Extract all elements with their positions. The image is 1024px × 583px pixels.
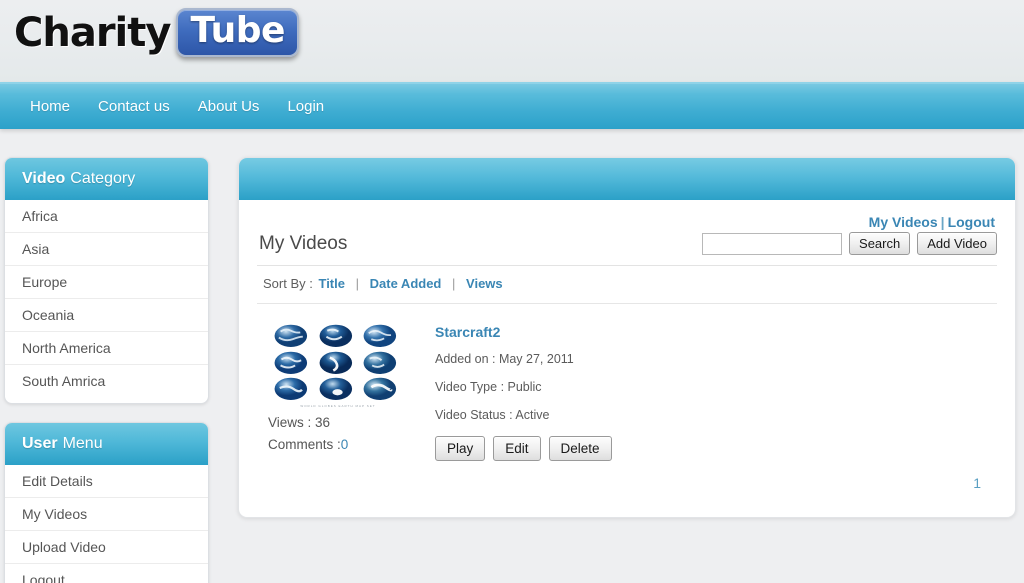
video-list-item: WORLD GLOBES EARTH MAP SET Views : 36 Co… — [257, 306, 997, 461]
video-thumbnail-column: WORLD GLOBES EARTH MAP SET Views : 36 Co… — [263, 320, 413, 461]
user-menu-title-light: Menu — [62, 435, 103, 452]
video-type: Video Type : Public — [435, 380, 542, 394]
sidebar-item-upload-video[interactable]: Upload Video — [5, 531, 208, 564]
nav-item-contact-us[interactable]: Contact us — [84, 92, 184, 121]
video-action-row: Play Edit Delete — [435, 436, 612, 461]
pagination-page-1[interactable]: 1 — [969, 473, 985, 493]
content-panel: My Videos | Logout My Videos Search Add Vi… — [238, 157, 1016, 518]
globe-icon — [319, 324, 352, 347]
add-video-button[interactable]: Add Video — [917, 232, 997, 255]
video-thumbnail[interactable] — [263, 320, 408, 412]
user-links: My Videos | Logout — [257, 208, 997, 230]
site-logo[interactable]: Charity Tube — [14, 8, 299, 58]
video-comments-label: Comments : — [268, 437, 341, 452]
video-details-column: Starcraft2 Added on : May 27, 2011 Video… — [435, 320, 612, 461]
user-menu-list: Edit Details My Videos Upload Video Logo… — [5, 465, 208, 583]
sidebar-item-south-america[interactable]: South Amrica — [5, 365, 208, 397]
nav-item-home[interactable]: Home — [16, 92, 84, 121]
nav-item-about-us[interactable]: About Us — [184, 92, 274, 121]
sidebar-item-africa[interactable]: Africa — [5, 200, 208, 233]
content-panel-header — [239, 158, 1015, 200]
sidebar-item-oceania[interactable]: Oceania — [5, 299, 208, 332]
pagination: 1 — [257, 461, 997, 495]
search-group: Search Add Video — [702, 232, 997, 255]
page-title: My Videos — [259, 232, 348, 254]
site-header: Charity Tube — [0, 0, 1024, 82]
sidebar: Video Category Africa Asia Europe Oceani… — [4, 157, 209, 583]
play-button[interactable]: Play — [435, 436, 486, 461]
video-category-panel: Video Category Africa Asia Europe Oceani… — [4, 157, 209, 404]
user-menu-panel-header: User Menu — [5, 423, 208, 465]
globe-icon — [319, 378, 352, 401]
sort-divider-2: | — [452, 276, 456, 291]
globe-icon — [319, 351, 352, 374]
video-views: Views : 36 — [268, 415, 331, 430]
user-menu-panel: User Menu Edit Details My Videos Upload … — [4, 422, 209, 583]
nav-item-login[interactable]: Login — [273, 92, 338, 121]
user-menu-title-bold: User — [22, 435, 58, 452]
sort-bar: Sort By : Title | Date Added | Views — [257, 266, 997, 304]
sort-option-title[interactable]: Title — [318, 276, 345, 291]
globe-icon — [363, 324, 397, 347]
sort-option-views[interactable]: Views — [466, 276, 503, 291]
globe-icon — [274, 351, 308, 374]
main-navigation: Home Contact us About Us Login — [0, 82, 1024, 129]
sidebar-item-edit-details[interactable]: Edit Details — [5, 465, 208, 498]
globe-icon — [363, 378, 397, 401]
video-category-panel-header: Video Category — [5, 158, 208, 200]
title-row: My Videos Search Add Video — [257, 230, 997, 266]
globe-icon — [274, 324, 308, 347]
content-body: My Videos | Logout My Videos Search Add Vi… — [239, 200, 1015, 517]
sidebar-item-asia[interactable]: Asia — [5, 233, 208, 266]
video-added-on: Added on : May 27, 2011 — [435, 352, 574, 366]
edit-button[interactable]: Edit — [493, 436, 541, 461]
globe-icon — [274, 378, 308, 401]
search-button[interactable]: Search — [849, 232, 911, 255]
video-title-link[interactable]: Starcraft2 — [435, 324, 500, 340]
sidebar-item-my-videos[interactable]: My Videos — [5, 498, 208, 531]
sidebar-item-north-america[interactable]: North America — [5, 332, 208, 365]
sort-divider-1: | — [355, 276, 359, 291]
logo-badge-tube: Tube — [176, 8, 299, 58]
user-link-logout[interactable]: Logout — [948, 214, 995, 230]
globe-icon — [363, 351, 397, 374]
video-category-title-light: Category — [70, 170, 136, 187]
logo-text-charity: Charity — [14, 9, 171, 56]
sidebar-item-logout[interactable]: Logout — [5, 564, 208, 583]
user-link-my-videos[interactable]: My Videos — [869, 214, 938, 230]
delete-button[interactable]: Delete — [548, 436, 612, 461]
video-comments: Comments :0 — [263, 430, 413, 452]
user-links-separator: | — [940, 214, 945, 230]
page-root: Charity Tube Home Contact us About Us Lo… — [0, 0, 1024, 583]
sidebar-item-europe[interactable]: Europe — [5, 266, 208, 299]
sort-by-label: Sort By : — [263, 276, 313, 291]
sort-option-date-added[interactable]: Date Added — [370, 276, 442, 291]
video-category-list: Africa Asia Europe Oceania North America… — [5, 200, 208, 403]
video-comments-count[interactable]: 0 — [341, 437, 349, 452]
video-category-title-bold: Video — [22, 170, 66, 187]
search-input[interactable] — [702, 232, 843, 255]
video-status: Video Status : Active — [435, 408, 550, 422]
